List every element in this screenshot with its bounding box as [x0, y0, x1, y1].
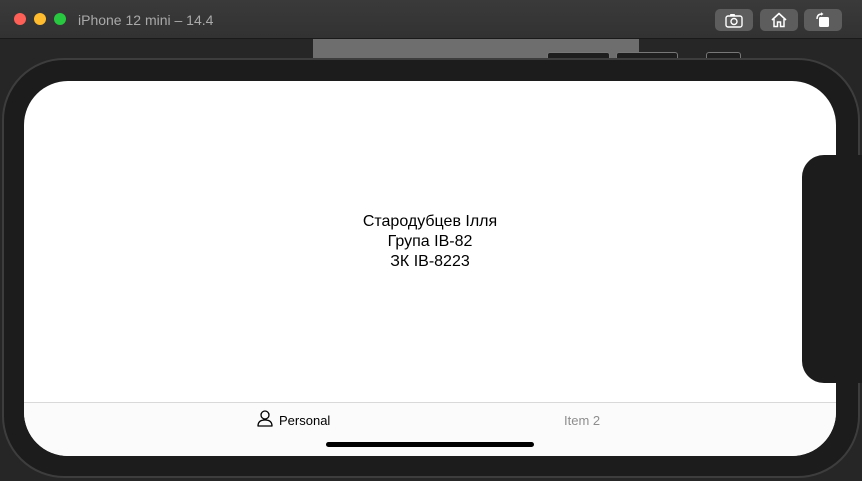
tab-personal[interactable]: Personal	[257, 410, 331, 430]
main-content: Стародубцев Ілля Група ІВ-82 ЗК ІВ-8223	[24, 81, 836, 402]
tab-bar: Personal Item 2	[24, 402, 836, 456]
zoom-window-button[interactable]	[54, 13, 66, 25]
window-title: iPhone 12 mini – 14.4	[78, 12, 214, 28]
student-name: Стародубцев Ілля	[362, 212, 498, 230]
home-icon	[770, 12, 788, 28]
record-book-number: ЗК ІВ-8223	[390, 252, 470, 270]
tab-item-2[interactable]: Item 2	[564, 411, 600, 429]
tab-item-2-label: Item 2	[564, 412, 601, 428]
home-button[interactable]	[760, 9, 798, 31]
close-window-button[interactable]	[14, 13, 26, 25]
student-group: Група ІВ-82	[387, 232, 473, 250]
title-bar: iPhone 12 mini – 14.4	[0, 0, 862, 39]
simulator-window: iPhone 12 mini – 14.4 Стародубцев Ілля Г…	[0, 0, 862, 481]
rotate-icon	[814, 12, 832, 28]
minimize-window-button[interactable]	[34, 13, 46, 25]
tab-personal-label: Personal	[279, 412, 331, 428]
rotate-button[interactable]	[804, 9, 842, 31]
home-indicator[interactable]	[326, 442, 534, 447]
sensor-housing-notch	[802, 155, 862, 383]
iphone-screen[interactable]: Стародубцев Ілля Група ІВ-82 ЗК ІВ-8223 …	[24, 81, 836, 456]
person-icon	[257, 410, 273, 430]
screenshot-button[interactable]	[715, 9, 753, 31]
camera-icon	[725, 13, 743, 28]
